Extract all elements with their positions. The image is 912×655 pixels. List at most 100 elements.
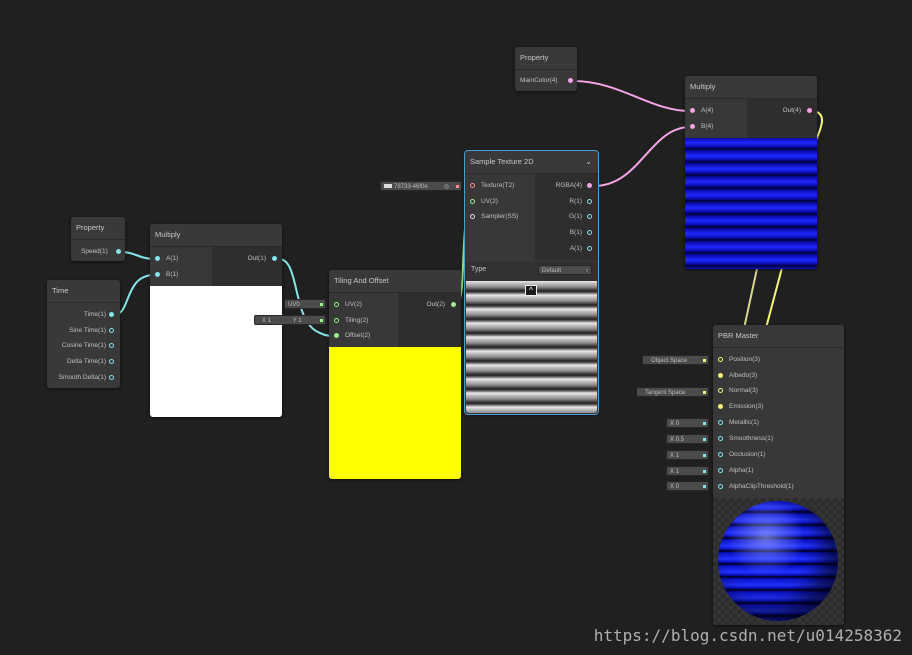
port-normal[interactable]: Normal(3) [729, 384, 758, 398]
b-input-dot[interactable] [690, 124, 695, 129]
texture-field[interactable]: 78733-46f0e ◎ [380, 181, 462, 191]
port-emission[interactable]: Emission(3) [729, 400, 763, 414]
albedo-input-dot[interactable] [718, 373, 723, 378]
node-title: Sample Texture 2D ⌄ [465, 151, 598, 174]
sine-time-dot[interactable] [109, 328, 114, 333]
collapse-preview-button[interactable]: ^ [525, 285, 537, 296]
out-output-dot[interactable] [272, 256, 277, 261]
b-input-dot[interactable] [155, 272, 160, 277]
alpha-clip-field[interactable]: X 0 [666, 481, 709, 491]
a-output-dot[interactable] [587, 246, 592, 251]
out-output-dot[interactable] [807, 108, 812, 113]
port-alpha[interactable]: Alpha(1) [729, 464, 754, 478]
wire-time-to-b [115, 274, 155, 315]
texture-input-dot[interactable] [470, 183, 475, 188]
a-input-dot[interactable] [155, 256, 160, 261]
alpha-input-dot[interactable] [718, 468, 723, 473]
speed-output-dot[interactable] [116, 249, 121, 254]
alpha-clip-input-dot[interactable] [718, 484, 723, 489]
rgba-output-dot[interactable] [587, 183, 592, 188]
port-alpha-clip-threshold[interactable]: AlphaClipThreshold(1) [729, 480, 794, 494]
tiling-and-offset-node[interactable]: Tiling And Offset UV(2) Tiling(2) Offset… [329, 270, 461, 479]
uv-input-dot[interactable] [470, 199, 475, 204]
offset-input-dot[interactable] [334, 333, 339, 338]
port-rgba[interactable]: RGBA(4) [556, 179, 582, 193]
port-out[interactable]: Out(4) [783, 104, 801, 118]
property-speed-node[interactable]: Property Speed(1) [71, 217, 125, 261]
port-tiling[interactable]: Tiling(2) [345, 314, 368, 328]
port-maincolor[interactable]: MainColor(4) [520, 74, 558, 88]
port-occlusion[interactable]: Occlusion(1) [729, 448, 765, 462]
property-maincolor-node[interactable]: Property MainColor(4) [515, 47, 577, 91]
node-title: Tiling And Offset [329, 270, 461, 293]
chevron-down-icon[interactable]: ⌄ [585, 151, 592, 173]
port-b[interactable]: B(1) [166, 268, 178, 282]
emission-input-dot[interactable] [718, 404, 723, 409]
port-albedo[interactable]: Albedo(3) [729, 369, 757, 383]
preview-white [150, 286, 282, 417]
port-out[interactable]: Out(1) [248, 252, 266, 266]
port-time[interactable]: Time(1) [84, 308, 106, 322]
tiling-input-dot[interactable] [334, 318, 339, 323]
port-out[interactable]: Out(2) [427, 298, 445, 312]
a-input-dot[interactable] [690, 108, 695, 113]
port-a[interactable]: A(1) [166, 252, 178, 266]
port-offset[interactable]: Offset(2) [345, 329, 370, 343]
chevron-up-icon: ^ [529, 286, 533, 295]
port-b[interactable]: B(4) [701, 120, 713, 134]
tiling-vector-field[interactable]: X 1 Y 1 [254, 315, 326, 325]
port-a[interactable]: A(1) [570, 242, 582, 256]
port-b[interactable]: B(1) [570, 226, 582, 240]
port-speed[interactable]: Speed(1) [81, 245, 108, 259]
sample-texture-2d-node[interactable]: Sample Texture 2D ⌄ Texture(T2) UV(2) Sa… [464, 150, 599, 415]
node-title: Multiply [150, 224, 282, 247]
b-output-dot[interactable] [587, 230, 592, 235]
smoothness-field[interactable]: X 0.5 [666, 434, 709, 444]
multiply-node-2[interactable]: Multiply A(4) B(4) Out(4) [685, 76, 817, 269]
cosine-time-dot[interactable] [109, 343, 114, 348]
type-label: Type [471, 266, 487, 273]
smoothness-input-dot[interactable] [718, 436, 723, 441]
position-input-dot[interactable] [718, 357, 723, 362]
pbr-master-node[interactable]: PBR Master Position(3) Albedo(3) Normal(… [713, 325, 844, 625]
port-smoothness[interactable]: Smoothness(1) [729, 432, 773, 446]
port-g[interactable]: G(1) [569, 210, 582, 224]
occlusion-field[interactable]: X 1 [666, 450, 709, 460]
metallic-input-dot[interactable] [718, 420, 723, 425]
port-texture[interactable]: Texture(T2) [481, 179, 514, 193]
port-position[interactable]: Position(3) [729, 353, 760, 367]
r-output-dot[interactable] [587, 199, 592, 204]
port-sine-time[interactable]: Sine Time(1) [69, 324, 106, 338]
port-uv[interactable]: UV(2) [345, 298, 362, 312]
target-icon[interactable]: ◎ [444, 182, 449, 192]
uv-channel-dropdown[interactable]: UV0 [284, 299, 326, 309]
alpha-field[interactable]: X 1 [666, 466, 709, 476]
port-uv[interactable]: UV(2) [481, 195, 498, 209]
occlusion-input-dot[interactable] [718, 452, 723, 457]
tiling-x-field[interactable]: X 1 [262, 318, 271, 324]
time-output-dot[interactable] [109, 312, 114, 317]
time-node[interactable]: Time Time(1) Sine Time(1) Cosine Time(1)… [47, 280, 120, 388]
delta-time-dot[interactable] [109, 359, 114, 364]
sampler-input-dot[interactable] [470, 214, 475, 219]
position-space-dropdown[interactable]: Object Space [642, 355, 709, 365]
port-sampler[interactable]: Sampler(SS) [481, 210, 518, 224]
port-metallic[interactable]: Metallic(1) [729, 416, 759, 430]
normal-input-dot[interactable] [718, 388, 723, 393]
g-output-dot[interactable] [587, 214, 592, 219]
smooth-delta-dot[interactable] [109, 375, 114, 380]
metallic-field[interactable]: X 0 [666, 418, 709, 428]
port-delta-time[interactable]: Delta Time(1) [67, 355, 106, 369]
out-output-dot[interactable] [451, 302, 456, 307]
normal-space-dropdown[interactable]: Tangent Space [636, 387, 709, 397]
port-r[interactable]: R(1) [569, 195, 582, 209]
port-a[interactable]: A(4) [701, 104, 713, 118]
type-dropdown[interactable]: Default › [538, 265, 592, 275]
port-cosine-time[interactable]: Cosine Time(1) [62, 339, 106, 353]
uv-input-dot[interactable] [334, 302, 339, 307]
port-smooth-delta[interactable]: Smooth Delta(1) [59, 371, 106, 385]
maincolor-output-dot[interactable] [568, 78, 573, 83]
tiling-y-field[interactable]: Y 1 [293, 318, 302, 324]
preview-sphere-area [713, 498, 844, 625]
node-title: Time [47, 280, 120, 303]
